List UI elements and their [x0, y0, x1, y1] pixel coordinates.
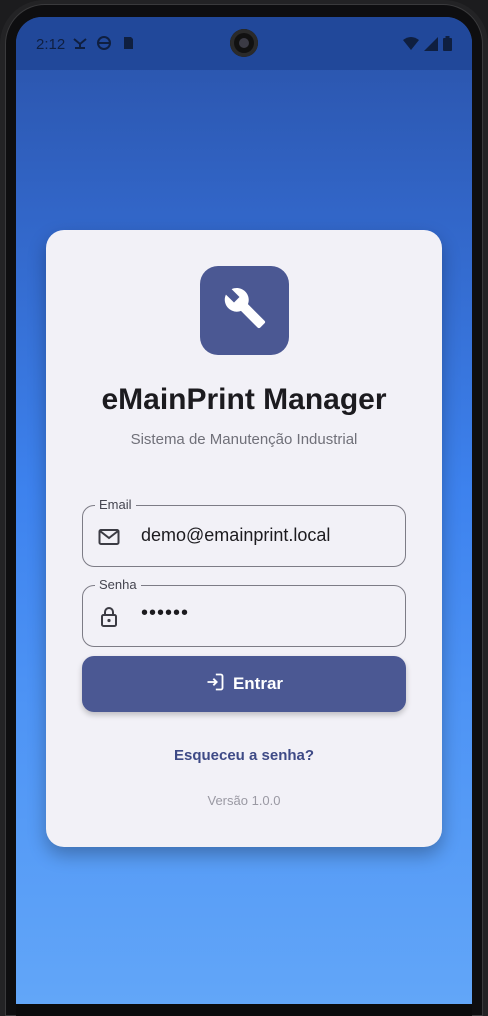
battery-icon [443, 36, 452, 55]
email-field[interactable]: Email demo@emainprint.local [82, 497, 406, 567]
status-bar: 2:12 [16, 17, 472, 70]
forgot-password-link[interactable]: Esqueceu a senha? [46, 747, 442, 764]
login-button-label: Entrar [232, 674, 284, 693]
password-field-label: Senha [95, 577, 141, 592]
status-icons-right [403, 36, 452, 55]
app-title: eMainPrint Manager [101, 383, 387, 416]
navigation-bar [16, 1004, 472, 1016]
wifi-icon [403, 36, 419, 55]
status-time: 2:12 [36, 36, 66, 53]
version-label: Versão 1.0.0 [207, 793, 281, 808]
device-frame: 2:12 eMainPrint Manager Sistema de Manut… [0, 0, 488, 1016]
sd-card-icon [120, 35, 136, 51]
email-field-label: Email [95, 497, 136, 512]
lock-icon [97, 605, 121, 629]
status-icons-left [72, 35, 136, 51]
app-subtitle: Sistema de Manutenção Industrial [130, 431, 358, 448]
vpn-icon [96, 35, 112, 51]
wrench-icon [223, 286, 267, 335]
login-icon [205, 672, 225, 697]
app-screen: 2:12 eMainPrint Manager Sistema de Manut… [16, 17, 472, 1006]
email-field-value: demo@emainprint.local [141, 525, 331, 545]
signal-icon [424, 36, 438, 55]
password-field-value: •••••• [141, 602, 190, 624]
network-icon [72, 35, 88, 51]
app-logo [200, 266, 289, 355]
mail-icon [97, 525, 121, 549]
front-camera [230, 29, 258, 57]
login-card: eMainPrint Manager Sistema de Manutenção… [46, 230, 442, 847]
password-field[interactable]: Senha •••••• [82, 577, 406, 647]
login-button[interactable]: Entrar [82, 656, 406, 712]
